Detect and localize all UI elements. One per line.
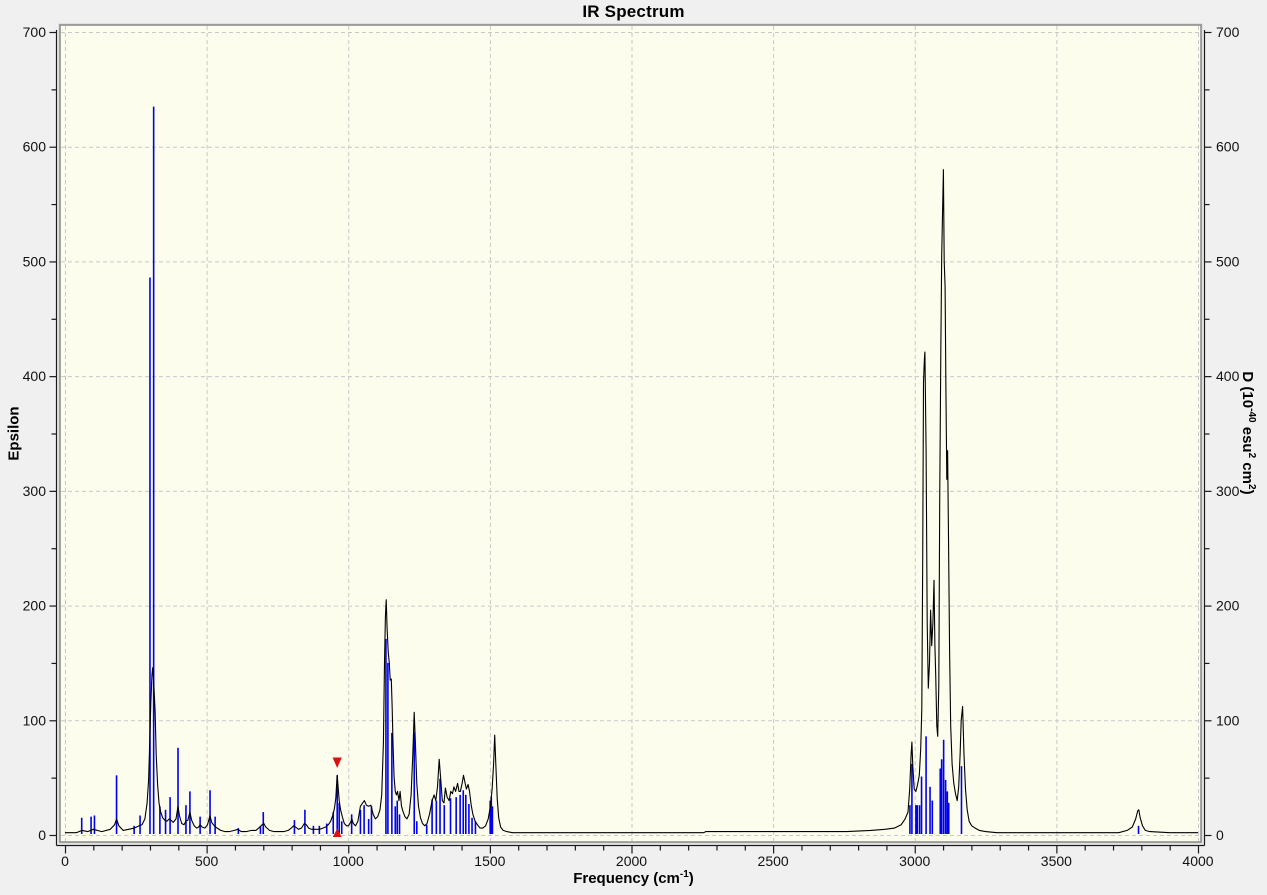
svg-text:1000: 1000 <box>333 853 364 869</box>
svg-text:700: 700 <box>1216 24 1240 40</box>
svg-text:600: 600 <box>1216 139 1240 155</box>
spectrum-plot-canvas[interactable]: 0 100 200 300 400 500 600 700 0 100 200 300 400 500 60… <box>0 0 1267 895</box>
chart-title: IR Spectrum <box>582 2 685 21</box>
x-axis-title-end: ) <box>688 870 694 887</box>
y-left-axis-title: Epsilon <box>5 406 23 461</box>
svg-text:600: 600 <box>23 139 47 155</box>
svg-text:300: 300 <box>23 483 47 499</box>
svg-text:400: 400 <box>1216 368 1240 384</box>
y-right-axis-title: D (10-40 esu2 cm2) <box>1239 371 1257 495</box>
svg-text:100: 100 <box>1216 712 1240 728</box>
svg-text:3500: 3500 <box>1041 853 1072 869</box>
y-left-tick-labels: 0 100 200 300 400 500 600 700 <box>23 24 47 843</box>
svg-text:300: 300 <box>1216 483 1240 499</box>
x-tick-labels: 0 500 1000 1500 2000 2500 3000 3500 4000 <box>61 853 1214 869</box>
svg-text:500: 500 <box>23 253 47 269</box>
svg-text:1500: 1500 <box>474 853 505 869</box>
svg-text:3000: 3000 <box>899 853 930 869</box>
svg-text:400: 400 <box>23 368 47 384</box>
svg-text:200: 200 <box>23 598 47 614</box>
svg-text:0: 0 <box>38 827 46 843</box>
svg-text:0: 0 <box>61 853 69 869</box>
x-axis-title-sup: -1 <box>679 869 689 880</box>
svg-text:2000: 2000 <box>616 853 647 869</box>
x-axis-title-text: Frequency (cm <box>573 870 680 887</box>
svg-text:700: 700 <box>23 24 47 40</box>
svg-text:500: 500 <box>195 853 219 869</box>
svg-text:100: 100 <box>23 712 47 728</box>
svg-text:200: 200 <box>1216 598 1240 614</box>
ir-spectrum-window: 0 100 200 300 400 500 600 700 0 100 200 300 400 500 60… <box>0 0 1267 895</box>
y-right-tick-labels: 0 100 200 300 400 500 600 700 <box>1216 24 1240 843</box>
svg-text:2500: 2500 <box>758 853 789 869</box>
x-axis-title: Frequency (cm-1) <box>0 869 1267 887</box>
svg-text:500: 500 <box>1216 253 1240 269</box>
svg-text:0: 0 <box>1216 827 1224 843</box>
svg-text:4000: 4000 <box>1182 853 1213 869</box>
